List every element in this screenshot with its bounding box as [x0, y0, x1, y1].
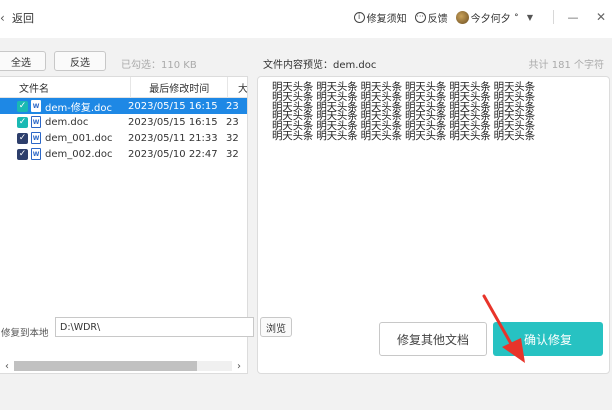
column-name[interactable]: 文件名	[0, 77, 132, 98]
select-all-button[interactable]: 全选	[0, 51, 46, 71]
scroll-left-icon[interactable]: ‹	[0, 361, 14, 372]
avatar	[455, 10, 469, 24]
table-row[interactable]: ✓ Wdem.doc 2023/05/15 16:15 23	[0, 114, 247, 130]
chevron-left-icon: ‹	[0, 11, 5, 25]
title-bar: ‹ 返回 i 修复须知 ··· 反馈 今夕何夕 ˚ ▼ — ✕	[0, 0, 612, 34]
doc-file-icon: W	[31, 132, 41, 144]
help-label: 修复须知	[366, 13, 407, 25]
help-link[interactable]: i 修复须知	[353, 10, 407, 25]
minimize-button[interactable]: —	[566, 11, 580, 24]
file-name: dem-修复.doc	[45, 102, 112, 114]
file-modified: 2023/05/15 16:15	[128, 116, 218, 128]
preview-text: 明天头条 明天头条 明天头条 明天头条 明天头条 明天头条 明天头条 明天头条 明…	[272, 82, 595, 142]
back-label: 返回	[12, 12, 34, 25]
file-name: dem_002.doc	[45, 148, 113, 160]
caret-down-icon: ▼	[526, 12, 533, 22]
table-header: 文件名 最后修改时间 大	[0, 77, 247, 98]
file-modified: 2023/05/10 22:47	[128, 148, 218, 160]
doc-file-icon: W	[31, 148, 41, 160]
checkbox[interactable]: ✓	[17, 132, 28, 144]
selected-size: 已勾选：110 KB	[121, 60, 197, 71]
scroll-track[interactable]	[14, 361, 232, 371]
table-row[interactable]: ✓ Wdem_002.doc 2023/05/10 22:47 32	[0, 146, 247, 162]
doc-file-icon: W	[31, 116, 41, 128]
repair-other-docs-button[interactable]: 修复其他文档	[379, 322, 487, 356]
back-button[interactable]: ‹ 返回	[0, 10, 34, 26]
doc-file-icon: W	[31, 100, 41, 112]
user-name: 今夕何夕 ˚	[470, 13, 519, 25]
checkbox[interactable]: ✓	[17, 116, 28, 128]
column-size[interactable]: 大	[228, 77, 247, 98]
invert-selection-button[interactable]: 反选	[54, 51, 106, 71]
file-size: 32	[226, 148, 239, 160]
divider	[553, 10, 554, 24]
table-body: ✓ Wdem-修复.doc 2023/05/15 16:15 23 ✓ Wdem.doc 2…	[0, 98, 247, 162]
chat-bubble-icon: ···	[414, 11, 426, 23]
close-button[interactable]: ✕	[594, 10, 608, 24]
file-size: 23	[226, 116, 239, 128]
browse-button[interactable]: 浏览	[260, 317, 292, 337]
table-row[interactable]: ✓ Wdem-修复.doc 2023/05/15 16:15 23	[0, 98, 247, 114]
column-modified[interactable]: 最后修改时间	[131, 77, 229, 98]
file-modified: 2023/05/11 21:33	[128, 132, 218, 144]
file-size: 32	[226, 132, 239, 144]
preview-title: 文件内容预览：dem.doc	[263, 60, 377, 71]
table-row[interactable]: ✓ Wdem_001.doc 2023/05/11 21:33 32	[0, 130, 247, 146]
scroll-right-icon[interactable]: ›	[232, 361, 246, 372]
confirm-repair-button[interactable]: 确认修复	[493, 322, 603, 356]
user-menu[interactable]: 今夕何夕 ˚ ▼	[455, 10, 533, 25]
checkbox[interactable]: ✓	[17, 100, 28, 112]
feedback-label: 反馈	[427, 13, 448, 25]
feedback-link[interactable]: ··· 反馈	[414, 10, 448, 25]
file-size: 23	[226, 100, 239, 112]
restore-path-label: 修复到本地	[1, 328, 49, 339]
file-name: dem_001.doc	[45, 132, 113, 144]
info-icon: i	[353, 11, 365, 23]
horizontal-scrollbar[interactable]: ‹ ›	[0, 359, 246, 373]
file-modified: 2023/05/15 16:15	[128, 100, 218, 112]
file-name: dem.doc	[45, 116, 89, 128]
top-links: i 修复须知 ··· 反馈 今夕何夕 ˚ ▼ — ✕	[353, 9, 612, 25]
restore-path-input[interactable]	[55, 317, 254, 337]
char-count: 共计 181 个字符	[528, 60, 604, 71]
checkbox[interactable]: ✓	[17, 148, 28, 160]
scroll-thumb[interactable]	[14, 361, 198, 371]
preview-line: 明天头条 明天头条 明天头条 明天头条 明天头条 明天头条	[272, 129, 535, 142]
